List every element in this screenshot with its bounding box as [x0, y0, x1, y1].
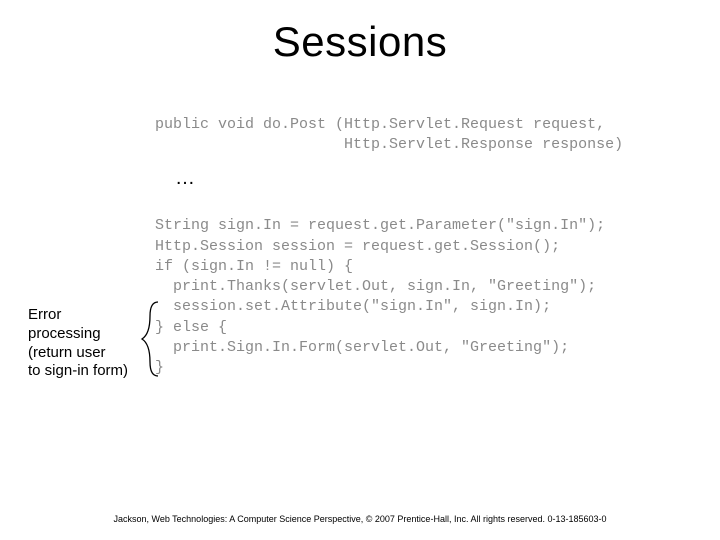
slide-title: Sessions — [0, 18, 720, 66]
code-line: Http.Session session = request.get.Sessi… — [155, 238, 560, 255]
code-line: Http.Servlet.Response response) — [155, 136, 623, 153]
code-block: public void do.Post (Http.Servlet.Reques… — [155, 115, 623, 378]
brace-icon — [140, 300, 162, 378]
code-line: if (sign.In != null) { — [155, 258, 353, 275]
code-line: session.set.Attribute("sign.In", sign.In… — [155, 298, 551, 315]
code-line: } else { — [155, 319, 227, 336]
ellipsis: … — [175, 167, 195, 190]
code-line: public void do.Post (Http.Servlet.Reques… — [155, 116, 605, 133]
code-line: String sign.In = request.get.Parameter("… — [155, 217, 605, 234]
slide: Sessions public void do.Post (Http.Servl… — [0, 0, 720, 540]
annotation-text: Error processing (return user to sign-in… — [28, 306, 148, 381]
code-line: print.Thanks(servlet.Out, sign.In, "Gree… — [155, 278, 596, 295]
code-line: print.Sign.In.Form(servlet.Out, "Greetin… — [155, 339, 569, 356]
footer-citation: Jackson, Web Technologies: A Computer Sc… — [0, 514, 720, 524]
